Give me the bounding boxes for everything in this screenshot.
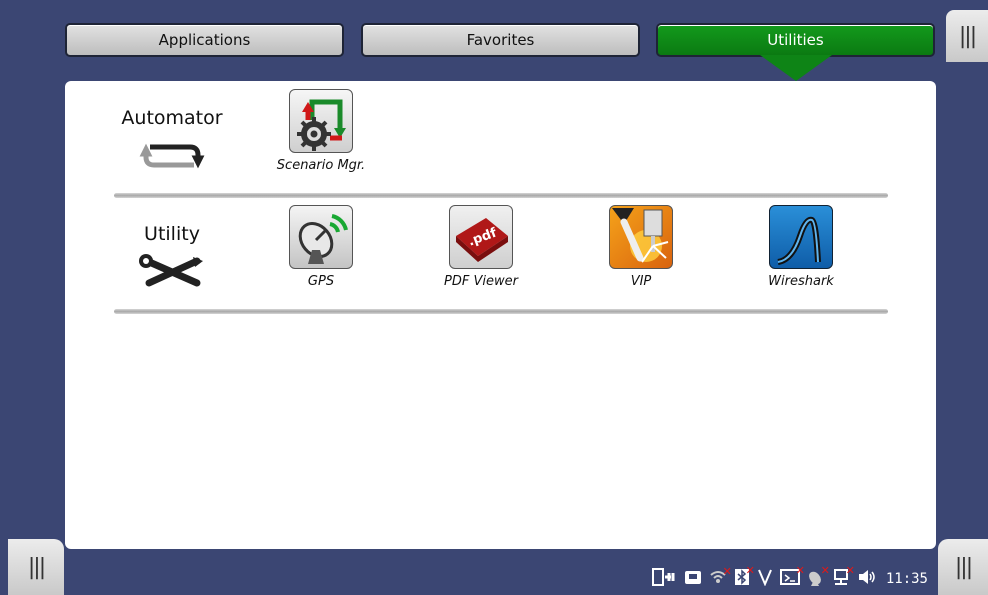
section-divider bbox=[114, 193, 888, 198]
tab-favorites-label: Favorites bbox=[466, 31, 535, 49]
vip-label: VIP bbox=[630, 274, 652, 289]
clock: 11:35 bbox=[885, 571, 928, 587]
automator-section: Automator bbox=[117, 107, 227, 178]
tab-applications[interactable]: Applications bbox=[65, 23, 344, 57]
wifi-icon[interactable]: ✕ bbox=[709, 565, 732, 589]
menu-icon: ||| bbox=[954, 554, 973, 580]
utility-section: Utility bbox=[117, 223, 227, 294]
gps-status-icon[interactable]: ✕ bbox=[807, 564, 830, 590]
volume-icon[interactable] bbox=[857, 568, 877, 590]
battery-plug-icon[interactable] bbox=[651, 567, 677, 591]
disabled-mark-icon: ✕ bbox=[845, 564, 855, 577]
automator-loop-icon bbox=[139, 143, 205, 169]
terminal-icon[interactable]: ✕ bbox=[779, 564, 805, 590]
wireshark-fin-icon bbox=[769, 205, 833, 269]
scenario-mgr-app[interactable]: Scenario Mgr. bbox=[266, 89, 376, 173]
wireshark-label: Wireshark bbox=[768, 274, 834, 289]
utilities-panel: Automator Scenario Mgr. Utility GPS .pdf… bbox=[65, 81, 936, 549]
tab-applications-label: Applications bbox=[158, 31, 251, 49]
tab-utilities[interactable]: Utilities bbox=[656, 23, 935, 57]
storage-icon[interactable] bbox=[684, 568, 702, 590]
gps-app[interactable]: GPS bbox=[266, 205, 376, 289]
pdf-viewer-label: PDF Viewer bbox=[444, 274, 518, 289]
tab-favorites[interactable]: Favorites bbox=[361, 23, 640, 57]
menu-button-top-right[interactable]: ||| bbox=[946, 10, 988, 62]
disabled-mark-icon: ✕ bbox=[745, 564, 755, 577]
wireshark-app[interactable]: Wireshark bbox=[746, 205, 856, 289]
menu-icon: ||| bbox=[27, 554, 46, 580]
disabled-mark-icon: ✕ bbox=[820, 564, 830, 577]
section-divider bbox=[114, 309, 888, 314]
vip-app[interactable]: VIP bbox=[586, 205, 696, 289]
status-bar: ✕ ✕ ✕ ✕ ✕ 11:35 bbox=[651, 564, 928, 591]
pdf-icon: .pdf bbox=[449, 205, 513, 269]
gps-label: GPS bbox=[307, 274, 335, 289]
disabled-mark-icon: ✕ bbox=[722, 565, 732, 578]
menu-icon: ||| bbox=[958, 23, 977, 49]
bluetooth-icon[interactable]: ✕ bbox=[734, 564, 755, 590]
menu-button-bottom-right[interactable]: ||| bbox=[938, 539, 988, 595]
utility-label: Utility bbox=[144, 223, 200, 245]
tools-icon bbox=[139, 254, 203, 287]
scenario-mgr-label: Scenario Mgr. bbox=[276, 158, 366, 173]
network-icon[interactable]: ✕ bbox=[832, 564, 855, 590]
menu-button-bottom-left[interactable]: ||| bbox=[8, 539, 64, 595]
tab-utilities-label: Utilities bbox=[767, 31, 824, 49]
automator-label: Automator bbox=[121, 107, 223, 129]
pdf-viewer-app[interactable]: .pdf PDF Viewer bbox=[426, 205, 536, 289]
active-tab-indicator bbox=[760, 55, 832, 81]
disabled-mark-icon: ✕ bbox=[795, 564, 805, 577]
vip-probe-icon bbox=[609, 205, 673, 269]
vpn-icon[interactable] bbox=[757, 568, 773, 590]
gps-satellite-dish-icon bbox=[289, 205, 353, 269]
scenario-manager-icon bbox=[289, 89, 353, 153]
